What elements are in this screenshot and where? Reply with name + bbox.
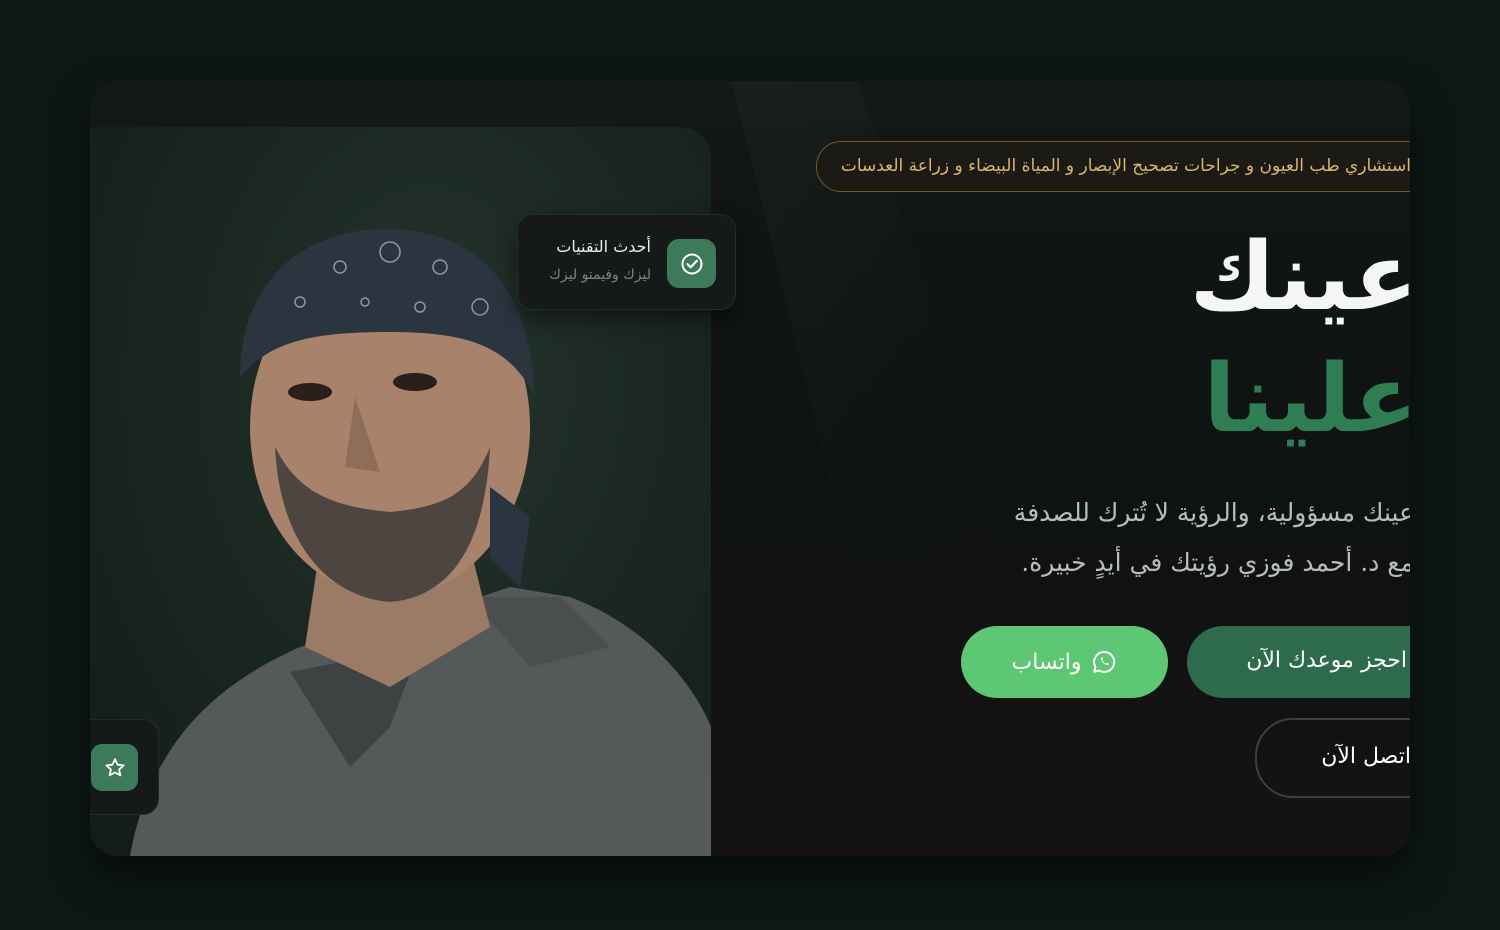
call-now-button[interactable]: اتصل الآن (1255, 718, 1410, 798)
heading-line-2: علينا (1203, 345, 1410, 454)
light-beam (732, 81, 1110, 856)
hero-card: أحدث التقنيات ليزك وفيمتو ليزك استشاري ط… (90, 81, 1410, 856)
specialty-tagline: استشاري طب العيون و جراحات تصحيح الإبصار… (816, 141, 1410, 192)
hero-paragraph-line-2: مع د. أحمد فوزي رؤيتك في أيدٍ خبيرة. (1021, 548, 1410, 577)
book-appointment-button[interactable]: احجز موعدك الآن (1187, 626, 1410, 698)
feature-subtitle: ليزك وفيمتو ليزك (549, 267, 651, 283)
whatsapp-button[interactable]: واتساب (961, 626, 1168, 698)
book-label: احجز موعدك الآن (1246, 648, 1407, 673)
hero-paragraph-line-1: عينك مسؤولية، والرؤية لا تُترك للصدفة (1013, 498, 1410, 527)
whatsapp-icon (1093, 651, 1116, 673)
rating-badge (90, 719, 159, 815)
tagline-text: استشاري طب العيون و جراحات تصحيح الإبصار… (840, 156, 1410, 176)
heading-line-1: عينك (1189, 223, 1410, 332)
feature-title: أحدث التقنيات (556, 237, 651, 256)
check-circle-icon (667, 239, 716, 288)
call-label: اتصل الآن (1321, 744, 1410, 769)
whatsapp-label: واتساب (1011, 649, 1082, 675)
star-icon[interactable] (91, 744, 138, 791)
feature-card: أحدث التقنيات ليزك وفيمتو ليزك (517, 214, 736, 310)
